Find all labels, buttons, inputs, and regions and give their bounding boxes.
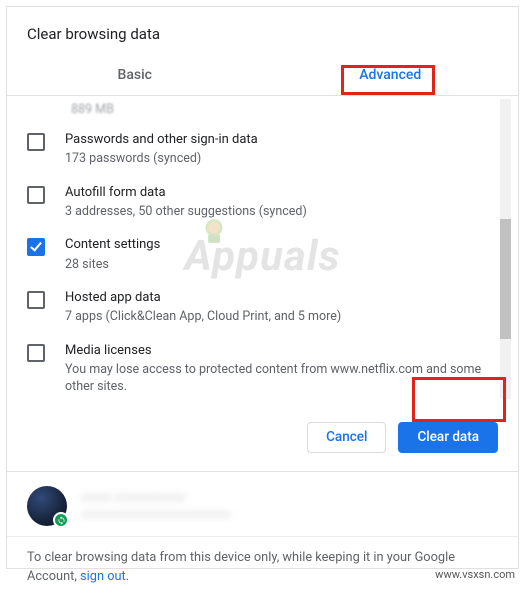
option-text: Hosted app data 7 apps (Click&Clean App,… (65, 289, 498, 326)
checkbox-autofill[interactable] (27, 186, 45, 204)
account-section: ——— ——————— ———————————————— (7, 472, 518, 537)
tabs: Basic Advanced (7, 57, 518, 96)
option-title: Passwords and other sign-in data (65, 131, 498, 149)
option-subtitle: 173 passwords (synced) (65, 150, 498, 168)
options-list: 889 MB Passwords and other sign-in data … (7, 96, 518, 404)
dialog-actions: Cancel Clear data (7, 404, 518, 472)
option-text: Media licenses You may lose access to pr… (65, 342, 498, 396)
avatar (27, 486, 67, 526)
checkbox-hosted-app[interactable] (27, 291, 45, 309)
account-email: ———————————————— (81, 507, 231, 523)
checkbox-passwords[interactable] (27, 133, 45, 151)
account-name: ——— ——————— (81, 490, 231, 508)
option-text: Content settings 28 sites (65, 236, 498, 273)
option-subtitle: 3 addresses, 50 other suggestions (synce… (65, 203, 498, 221)
option-title: Content settings (65, 236, 498, 254)
checkbox-content-settings[interactable] (27, 238, 45, 256)
option-media-licenses[interactable]: Media licenses You may lose access to pr… (27, 334, 498, 404)
tab-basic[interactable]: Basic (7, 57, 263, 95)
dialog-title: Clear browsing data (7, 7, 518, 57)
footer-text-after: . (126, 569, 129, 584)
clear-data-button[interactable]: Clear data (398, 422, 498, 454)
source-label: www.vsxsn.com (435, 568, 515, 581)
sign-out-link[interactable]: sign out (80, 569, 126, 584)
option-passwords[interactable]: Passwords and other sign-in data 173 pas… (27, 123, 498, 176)
option-subtitle: 7 apps (Click&Clean App, Cloud Print, an… (65, 308, 498, 326)
option-title: Media licenses (65, 342, 498, 360)
content-area: 889 MB Passwords and other sign-in data … (7, 96, 518, 472)
option-text: Passwords and other sign-in data 173 pas… (65, 131, 498, 168)
sync-icon (53, 512, 69, 528)
scrollbar-thumb[interactable] (500, 219, 511, 339)
option-subtitle: 28 sites (65, 256, 498, 274)
option-content-settings[interactable]: Content settings 28 sites (27, 228, 498, 281)
account-lines: ——— ——————— ———————————————— (81, 490, 231, 524)
tab-advanced[interactable]: Advanced (263, 57, 519, 95)
option-title: Autofill form data (65, 184, 498, 202)
cancel-button[interactable]: Cancel (307, 422, 386, 454)
option-subtitle: You may lose access to protected content… (65, 361, 498, 396)
clear-browsing-data-dialog: Clear browsing data Basic Advanced 889 M… (6, 6, 519, 569)
option-hosted-app[interactable]: Hosted app data 7 apps (Click&Clean App,… (27, 281, 498, 334)
scrollbar-track[interactable] (500, 99, 511, 399)
option-text: Autofill form data 3 addresses, 50 other… (65, 184, 498, 221)
option-title: Hosted app data (65, 289, 498, 307)
option-autofill[interactable]: Autofill form data 3 addresses, 50 other… (27, 176, 498, 229)
truncated-above: 889 MB (27, 96, 498, 123)
checkbox-media-licenses[interactable] (27, 344, 45, 362)
